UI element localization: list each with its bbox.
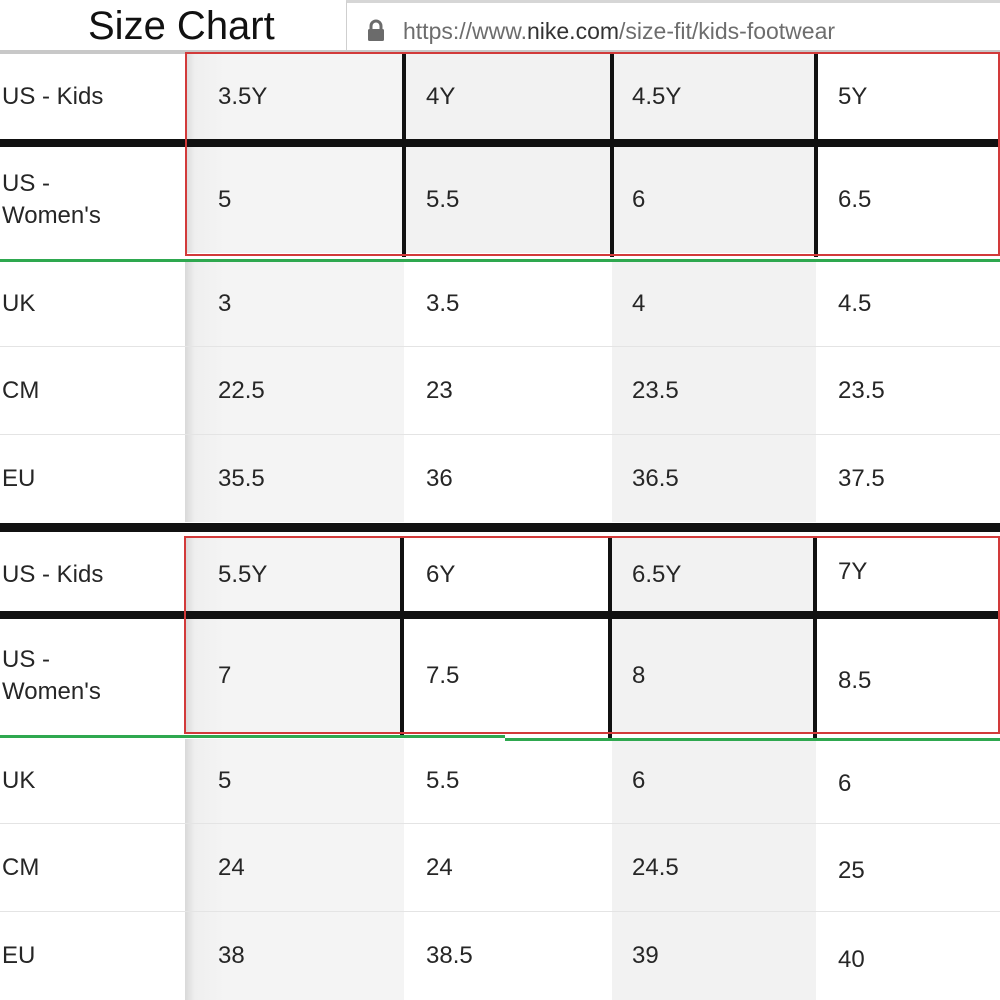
- table-row: EU 35.5 36 36.5 37.5: [0, 435, 1000, 522]
- table-cell: 25: [838, 856, 865, 884]
- column-divider: [402, 54, 406, 257]
- table-cell: 36: [426, 464, 453, 492]
- row-label-us-kids: US - Kids: [2, 561, 104, 588]
- table-cell: 5: [185, 147, 404, 253]
- table-cell: 4: [612, 262, 816, 346]
- row-divider: [0, 139, 1000, 147]
- table-row: CM 24 24 24.5 25: [0, 824, 1000, 911]
- table-cell: 4.5Y: [612, 54, 816, 140]
- row-divider: [0, 823, 1000, 824]
- url-text: https://www.nike.com/size-fit/kids-footw…: [403, 18, 836, 44]
- row-divider: [0, 611, 1000, 619]
- table-cell: 37.5: [838, 464, 885, 492]
- column-divider: [814, 54, 818, 257]
- table-cell: 6: [838, 770, 852, 797]
- row-label-cm: CM: [2, 376, 40, 404]
- table-row: EU 38 38.5 39 40: [0, 912, 1000, 1000]
- table-cell: 6: [612, 739, 816, 823]
- table-row: US - Kids 3.5Y 4Y 4.5Y 5Y: [0, 54, 1000, 140]
- table-cell: 23: [426, 376, 453, 404]
- table-cell: 23.5: [838, 376, 885, 404]
- row-label-eu: EU: [2, 464, 36, 492]
- row-label-uk: UK: [2, 290, 36, 317]
- table-cell: 38.5: [426, 942, 473, 969]
- table-cell: 4.5: [838, 290, 872, 317]
- table-row: US - Women's 5 5.5 6 6.5: [0, 147, 1000, 253]
- table-cell: 5.5: [426, 767, 460, 794]
- table-cell: 7Y: [838, 558, 868, 585]
- table-cell: 22.5: [185, 347, 404, 434]
- table-cell: 24.5: [612, 824, 816, 911]
- table-cell: 39: [612, 912, 816, 1000]
- column-divider: [608, 538, 612, 738]
- table-cell: 6.5Y: [612, 538, 816, 612]
- column-divider: [610, 54, 614, 257]
- table-cell: 5.5: [404, 147, 612, 253]
- column-divider: [400, 538, 404, 738]
- table-cell: 6.5: [838, 186, 872, 213]
- row-label-us-womens: US - Women's: [2, 646, 101, 705]
- row-label-us-kids: US - Kids: [2, 83, 104, 110]
- table-cell: 4Y: [404, 54, 612, 140]
- table-cell: 3.5: [426, 290, 460, 317]
- table-row: UK 5 5.5 6 6: [0, 739, 1000, 823]
- table-row: CM 22.5 23 23.5 23.5: [0, 347, 1000, 434]
- row-label-uk: UK: [2, 767, 36, 794]
- green-divider: [0, 735, 505, 738]
- table-row: US - Kids 5.5Y 6Y 6.5Y 7Y: [0, 538, 1000, 612]
- table-cell: 8.5: [838, 667, 872, 694]
- row-divider: [0, 911, 1000, 912]
- row-label-us-womens: US - Women's: [2, 170, 101, 229]
- table-cell: 5.5Y: [185, 538, 404, 612]
- green-divider: [0, 259, 1000, 262]
- address-bar[interactable]: https://www.nike.com/size-fit/kids-footw…: [346, 0, 1000, 50]
- green-divider: [505, 738, 1000, 741]
- table-cell: 6: [612, 147, 816, 253]
- table-cell: 24: [185, 824, 404, 911]
- table-cell: 3.5Y: [185, 54, 404, 140]
- row-label-eu: EU: [2, 942, 36, 969]
- table-cell: 8: [612, 619, 816, 733]
- table-cell: 36.5: [612, 435, 816, 522]
- column-divider: [813, 538, 817, 738]
- table-cell: 40: [838, 946, 865, 973]
- table-row: UK 3 3.5 4 4.5: [0, 262, 1000, 346]
- table-cell: 7: [185, 619, 404, 733]
- table-cell: 24: [426, 853, 453, 881]
- table-cell: 5: [185, 739, 404, 823]
- lock-icon: [368, 19, 384, 41]
- table-cell: 38: [185, 912, 404, 1000]
- row-divider: [0, 434, 1000, 435]
- row-label-cm: CM: [2, 853, 40, 881]
- table-cell: 7.5: [426, 662, 460, 689]
- section-divider: [0, 523, 1000, 532]
- table-cell: 5Y: [838, 83, 868, 110]
- table-cell: 23.5: [612, 347, 816, 434]
- page-title: Size Chart: [88, 4, 275, 48]
- table-cell: 35.5: [185, 435, 404, 522]
- row-divider: [0, 346, 1000, 347]
- table-row: US - Women's 7 7.5 8 8.5: [0, 619, 1000, 733]
- table-cell: 6Y: [426, 561, 456, 588]
- table-cell: 3: [185, 262, 404, 346]
